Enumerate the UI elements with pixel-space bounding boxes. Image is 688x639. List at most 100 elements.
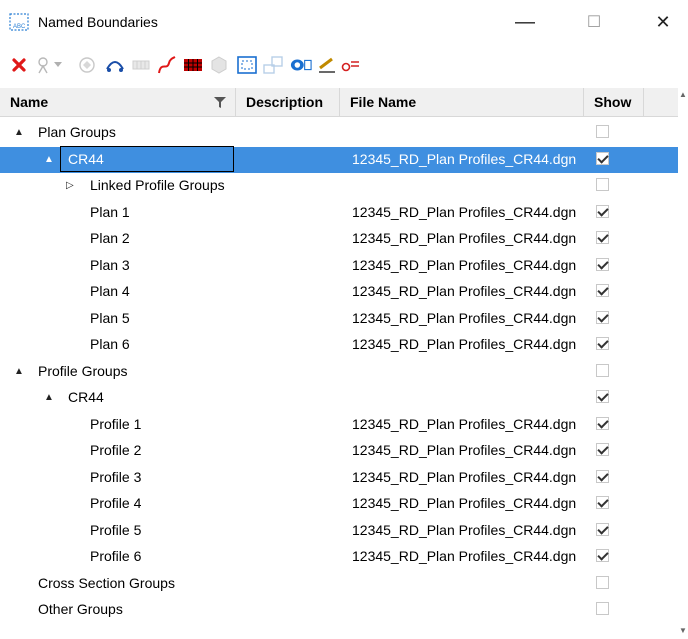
row-file-name: 12345_RD_Plan Profiles_CR44.dgn bbox=[352, 442, 577, 458]
show-checkbox[interactable] bbox=[596, 496, 609, 509]
row-name: Plan 4 bbox=[90, 283, 130, 299]
filter-icon[interactable] bbox=[214, 97, 226, 108]
column-header-description[interactable]: Description bbox=[236, 88, 340, 116]
profile-icon[interactable] bbox=[340, 54, 362, 76]
tree-row[interactable]: Plan 3 12345_RD_Plan Profiles_CR44.dgn bbox=[0, 253, 678, 279]
row-name: Plan 1 bbox=[90, 203, 130, 220]
show-checkbox[interactable] bbox=[596, 337, 609, 350]
row-file-name: 12345_RD_Plan Profiles_CR44.dgn bbox=[352, 468, 577, 485]
grid-header: Name Description File Name Show bbox=[0, 88, 688, 117]
row-file-name: 12345_RD_Plan Profiles_CR44.dgn bbox=[352, 150, 577, 167]
row-name: CR44 bbox=[68, 389, 104, 405]
disabled-plan-icon[interactable] bbox=[262, 54, 284, 76]
tree-row[interactable]: Plan 4 12345_RD_Plan Profiles_CR44.dgn bbox=[0, 279, 678, 305]
tree-row[interactable]: Plan 1 12345_RD_Plan Profiles_CR44.dgn bbox=[0, 200, 678, 226]
row-name: Profile Groups bbox=[38, 362, 128, 379]
tree-row[interactable]: Profile 1 12345_RD_Plan Profiles_CR44.dgn bbox=[0, 412, 678, 438]
collapse-arrow-icon[interactable]: ▲ bbox=[44, 389, 54, 407]
expand-arrow-icon[interactable]: ▷ bbox=[66, 177, 74, 195]
properties-icon[interactable] bbox=[32, 54, 54, 76]
show-checkbox[interactable] bbox=[596, 602, 609, 615]
tree-row[interactable]: ▷ Linked Profile Groups bbox=[0, 173, 678, 199]
tree-row[interactable]: Profile 5 12345_RD_Plan Profiles_CR44.dgn bbox=[0, 518, 678, 544]
tree-row[interactable]: Plan 5 12345_RD_Plan Profiles_CR44.dgn bbox=[0, 306, 678, 332]
show-checkbox[interactable] bbox=[596, 363, 609, 377]
show-checkbox[interactable] bbox=[596, 522, 609, 536]
row-name: Other Groups bbox=[38, 601, 123, 617]
show-checkbox[interactable] bbox=[596, 284, 609, 297]
pen-icon[interactable] bbox=[316, 54, 338, 76]
show-checkbox[interactable] bbox=[596, 125, 609, 138]
column-header-name[interactable]: Name bbox=[0, 88, 236, 116]
show-checkbox[interactable] bbox=[596, 257, 609, 271]
civil-plan-icon[interactable] bbox=[104, 54, 126, 76]
tree-row[interactable]: Plan 2 12345_RD_Plan Profiles_CR44.dgn bbox=[0, 226, 678, 252]
row-name: Profile 4 bbox=[90, 495, 142, 511]
maximize-button[interactable]: ☐ bbox=[571, 6, 617, 38]
collapse-arrow-icon[interactable]: ▲ bbox=[14, 363, 24, 381]
dropdown-icon[interactable] bbox=[52, 54, 64, 76]
row-name: Plan Groups bbox=[38, 124, 116, 140]
row-name: Plan 3 bbox=[90, 256, 130, 273]
column-header-show[interactable]: Show bbox=[584, 88, 644, 116]
row-file-name: 12345_RD_Plan Profiles_CR44.dgn bbox=[352, 521, 577, 538]
tree-row[interactable]: ▲ Profile Groups bbox=[0, 359, 678, 385]
tree-row[interactable]: Profile 4 12345_RD_Plan Profiles_CR44.dgn bbox=[0, 491, 678, 517]
show-checkbox[interactable] bbox=[596, 443, 609, 456]
scroll-up-icon[interactable]: ▲ bbox=[679, 90, 687, 99]
row-file-name: 12345_RD_Plan Profiles_CR44.dgn bbox=[352, 230, 577, 246]
svg-text:ABC: ABC bbox=[13, 24, 26, 30]
row-file-name: 12345_RD_Plan Profiles_CR44.dgn bbox=[352, 495, 577, 511]
boundaries-tree-grid: Name Description File Name Show ▲ Plan Gr… bbox=[0, 88, 688, 639]
show-checkbox[interactable] bbox=[596, 310, 609, 324]
toolbar bbox=[0, 46, 688, 86]
eye-icon[interactable] bbox=[290, 54, 312, 76]
show-checkbox[interactable] bbox=[596, 575, 609, 589]
close-button[interactable]: ✕ bbox=[640, 6, 686, 38]
named-boundaries-app-icon: ABC bbox=[9, 13, 29, 31]
show-checkbox[interactable] bbox=[596, 151, 609, 165]
grid-icon[interactable] bbox=[130, 54, 152, 76]
row-name: CR44 bbox=[68, 150, 104, 167]
row-file-name: 12345_RD_Plan Profiles_CR44.dgn bbox=[352, 283, 577, 299]
collapse-arrow-icon[interactable]: ▲ bbox=[44, 151, 54, 169]
tree-row[interactable]: Other Groups bbox=[0, 597, 678, 623]
show-checkbox[interactable] bbox=[596, 204, 609, 218]
tree-row[interactable]: Cross Section Groups bbox=[0, 571, 678, 597]
row-file-name: 12345_RD_Plan Profiles_CR44.dgn bbox=[352, 256, 577, 273]
row-name: Plan 5 bbox=[90, 309, 130, 326]
disabled-3d-icon[interactable] bbox=[208, 54, 230, 76]
vertical-scrollbar[interactable]: ▲ ▼ bbox=[678, 88, 688, 639]
show-checkbox[interactable] bbox=[596, 469, 609, 483]
disabled-cube-icon[interactable] bbox=[76, 54, 98, 76]
tree-row[interactable]: Profile 6 12345_RD_Plan Profiles_CR44.dgn bbox=[0, 544, 678, 570]
row-file-name: 12345_RD_Plan Profiles_CR44.dgn bbox=[352, 548, 577, 564]
minimize-button[interactable]: — bbox=[502, 6, 548, 38]
show-checkbox[interactable] bbox=[596, 231, 609, 244]
tree-row[interactable]: Plan 6 12345_RD_Plan Profiles_CR44.dgn bbox=[0, 332, 678, 358]
row-name: Plan 6 bbox=[90, 336, 130, 352]
tree-row[interactable]: Profile 3 12345_RD_Plan Profiles_CR44.dgn bbox=[0, 465, 678, 491]
table-icon[interactable] bbox=[182, 54, 204, 76]
frame-icon[interactable] bbox=[236, 54, 258, 76]
tree-row[interactable]: ▲ Plan Groups bbox=[0, 120, 678, 146]
row-file-name: 12345_RD_Plan Profiles_CR44.dgn bbox=[352, 309, 577, 326]
tree-row[interactable]: ▲ CR44 12345_RD_Plan Profiles_CR44.dgn bbox=[0, 145, 678, 173]
row-name: Profile 6 bbox=[90, 548, 142, 564]
delete-icon[interactable] bbox=[8, 54, 30, 76]
row-name: Profile 3 bbox=[90, 468, 142, 485]
tree-row[interactable]: Profile 2 12345_RD_Plan Profiles_CR44.dgn bbox=[0, 438, 678, 464]
title-bar: ABC Named Boundaries — ☐ ✕ bbox=[0, 0, 688, 44]
column-header-file-name[interactable]: File Name bbox=[340, 88, 584, 116]
show-checkbox[interactable] bbox=[596, 416, 609, 430]
row-name: Profile 5 bbox=[90, 521, 142, 538]
curve-icon[interactable] bbox=[156, 54, 178, 76]
show-checkbox[interactable] bbox=[596, 549, 609, 562]
show-checkbox[interactable] bbox=[596, 390, 609, 403]
scroll-down-icon[interactable]: ▼ bbox=[679, 626, 687, 635]
tree-row[interactable]: ▲ CR44 bbox=[0, 385, 678, 411]
collapse-arrow-icon[interactable]: ▲ bbox=[14, 124, 24, 142]
row-file-name: 12345_RD_Plan Profiles_CR44.dgn bbox=[352, 203, 577, 220]
show-checkbox[interactable] bbox=[596, 178, 609, 191]
row-name: Profile 2 bbox=[90, 442, 142, 458]
